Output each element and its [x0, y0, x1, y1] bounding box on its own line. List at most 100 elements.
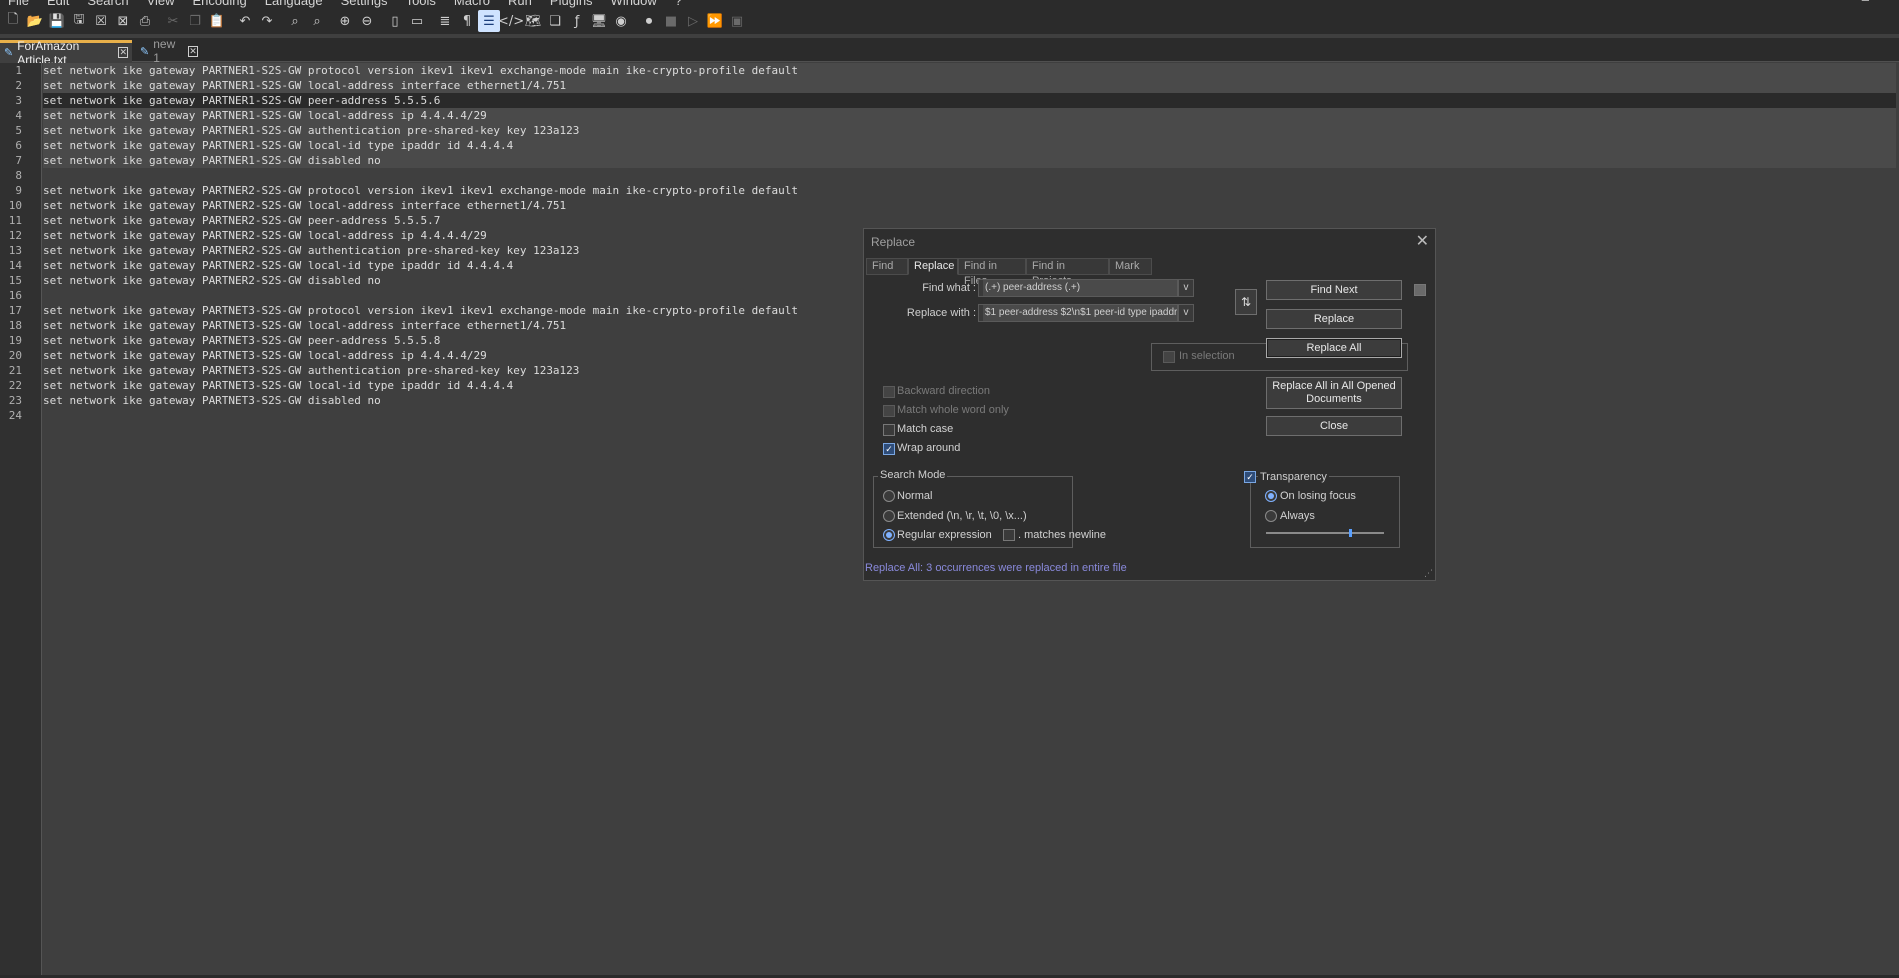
sync-vertical-icon[interactable]: ▯	[384, 10, 406, 32]
normal-radio[interactable]	[883, 490, 895, 502]
close-all-icon[interactable]: ⊠	[112, 10, 134, 32]
tab-find-in-projects[interactable]: Find in Projects	[1026, 258, 1109, 287]
xml-tags-icon[interactable]: </>	[498, 10, 524, 32]
tab-find-in-files[interactable]: Find in Files	[958, 258, 1026, 287]
menu-item-window[interactable]: Window	[603, 0, 667, 8]
function-list-icon[interactable]: ƒ	[566, 10, 588, 32]
undo-icon[interactable]: ↶	[234, 10, 256, 32]
find-what-input[interactable]: (.+) peer-address (.+)	[978, 279, 1178, 297]
transparency-slider-thumb[interactable]	[1349, 529, 1352, 537]
copy-icon[interactable]: ❐	[184, 10, 206, 32]
menu-item-language[interactable]: Language	[257, 0, 333, 8]
line-number: 9	[15, 184, 22, 197]
wrap-around-checkbox[interactable]: ✓	[883, 443, 895, 455]
backward-direction-checkbox[interactable]	[883, 386, 895, 398]
menu-item-plugins[interactable]: Plugins	[542, 0, 603, 8]
record-macro-icon[interactable]: ⏺	[638, 10, 660, 32]
code-line[interactable]: set network ike gateway PARTNER1-S2S-GW …	[43, 153, 1896, 168]
show-all-chars-icon[interactable]: ¶	[456, 10, 478, 32]
code-line[interactable]: set network ike gateway PARTNER1-S2S-GW …	[43, 108, 1896, 123]
always-label: Always	[1280, 510, 1315, 522]
line-number: 11	[8, 214, 22, 227]
redo-icon[interactable]: ↷	[256, 10, 278, 32]
cut-icon[interactable]: ✂	[162, 10, 184, 32]
replace-with-input[interactable]: $1 peer-address $2\n$1 peer-id type ipad…	[978, 304, 1178, 322]
menu-item-file[interactable]: File	[0, 0, 39, 8]
document-list-icon[interactable]: ❏	[544, 10, 566, 32]
code-line[interactable]: set network ike gateway PARTNER1-S2S-GW …	[43, 63, 1896, 78]
code-line[interactable]: set network ike gateway PARTNER2-S2S-GW …	[43, 183, 1896, 198]
indent-guide-icon[interactable]: ☰	[478, 10, 500, 32]
replace-all-opened-button[interactable]: Replace All in All Opened Documents	[1266, 377, 1402, 409]
code-line[interactable]: set network ike gateway PARTNER1-S2S-GW …	[43, 78, 1896, 93]
find-next-button[interactable]: Find Next	[1266, 280, 1402, 300]
save-macro-icon[interactable]: ▣	[726, 10, 748, 32]
tab-new-1[interactable]: ✎ new 1 ✕	[136, 37, 202, 65]
zoom-in-icon[interactable]: ⊕	[334, 10, 356, 32]
sync-horizontal-icon[interactable]: ▭	[406, 10, 428, 32]
paste-icon[interactable]: 📋	[206, 10, 228, 32]
code-line[interactable]: set network ike gateway PARTNER2-S2S-GW …	[43, 198, 1896, 213]
line-number: 10	[8, 199, 22, 212]
play-macro-icon[interactable]: ▷	[682, 10, 704, 32]
close-button[interactable]: Close	[1266, 416, 1402, 436]
line-number: 23	[8, 394, 22, 407]
folder-as-workspace-icon[interactable]: 🖥	[588, 10, 610, 32]
replace-button[interactable]: Replace	[1266, 309, 1402, 329]
menu-item-tools[interactable]: Tools	[398, 0, 446, 8]
close-file-icon[interactable]: ☒	[90, 10, 112, 32]
code-line[interactable]: set network ike gateway PARTNER1-S2S-GW …	[43, 138, 1896, 153]
open-file-icon[interactable]: 📂	[24, 10, 46, 32]
dot-matches-newline-checkbox[interactable]	[1003, 529, 1015, 541]
print-icon[interactable]: ⎙	[134, 10, 156, 32]
tab-mark[interactable]: Mark	[1109, 258, 1152, 275]
tab-foramazon-article[interactable]: ✎ ForAmazon Article.txt ✕	[0, 39, 132, 67]
menu-item-settings[interactable]: Settings	[333, 0, 398, 8]
match-case-checkbox[interactable]	[883, 424, 895, 436]
in-selection-checkbox[interactable]	[1163, 351, 1175, 363]
close-icon[interactable]: ✕	[1416, 231, 1429, 251]
menu-item-encoding[interactable]: Encoding	[185, 0, 257, 8]
replace-all-button[interactable]: Replace All	[1266, 338, 1402, 358]
close-tab-icon[interactable]: ✕	[187, 45, 198, 57]
code-line[interactable]: set network ike gateway PARTNER2-S2S-GW …	[43, 213, 1896, 228]
dialog-title: Replace	[871, 235, 916, 249]
dot-matches-newline-label: . matches newline	[1018, 529, 1107, 541]
minimize-icon[interactable]: –	[1862, 0, 1869, 7]
new-file-icon[interactable]: 🗋	[2, 10, 24, 32]
transparency-slider-track[interactable]	[1266, 532, 1384, 534]
menu-item-search[interactable]: Search	[79, 0, 138, 8]
code-line[interactable]: set network ike gateway PARTNER1-S2S-GW …	[43, 123, 1896, 138]
save-icon[interactable]: 💾	[46, 10, 68, 32]
match-whole-word-checkbox[interactable]	[883, 405, 895, 417]
menu-item-macro[interactable]: Macro	[446, 0, 500, 8]
find-next-options-checkbox[interactable]	[1414, 284, 1426, 296]
swap-find-replace-icon[interactable]: ⇅	[1235, 289, 1257, 315]
close-tab-icon[interactable]: ✕	[118, 47, 128, 58]
find-history-dropdown[interactable]: v	[1178, 279, 1194, 297]
tab-replace[interactable]: Replace	[908, 258, 958, 275]
on-losing-focus-radio[interactable]	[1265, 490, 1277, 502]
monitoring-icon[interactable]: ◉	[610, 10, 632, 32]
regular-expression-radio[interactable]	[883, 529, 895, 541]
transparency-checkbox[interactable]: ✓	[1244, 471, 1256, 483]
code-line[interactable]: set network ike gateway PARTNER1-S2S-GW …	[43, 93, 1896, 108]
extended-radio[interactable]	[883, 510, 895, 522]
document-map-icon[interactable]: 🗺	[522, 10, 544, 32]
run-macro-multiple-icon[interactable]: ⏩	[704, 10, 726, 32]
always-radio[interactable]	[1265, 510, 1277, 522]
menu-item-run[interactable]: Run	[500, 0, 542, 8]
tab-find[interactable]: Find	[866, 258, 908, 275]
save-all-icon[interactable]: 🖫	[68, 10, 90, 32]
zoom-out-icon[interactable]: ⊖	[356, 10, 378, 32]
replace-icon[interactable]: ⌕	[306, 10, 328, 32]
stop-macro-icon[interactable]: ■	[660, 10, 682, 32]
find-icon[interactable]: ⌕	[284, 10, 306, 32]
code-line[interactable]	[43, 168, 1896, 183]
word-wrap-icon[interactable]: ≣	[434, 10, 456, 32]
resize-grip-icon[interactable]: ⋰	[1424, 568, 1433, 579]
menu-item-edit[interactable]: Edit	[39, 0, 79, 8]
menu-item--[interactable]: ?	[667, 0, 692, 8]
menu-item-view[interactable]: View	[139, 0, 185, 8]
replace-history-dropdown[interactable]: v	[1178, 304, 1194, 322]
